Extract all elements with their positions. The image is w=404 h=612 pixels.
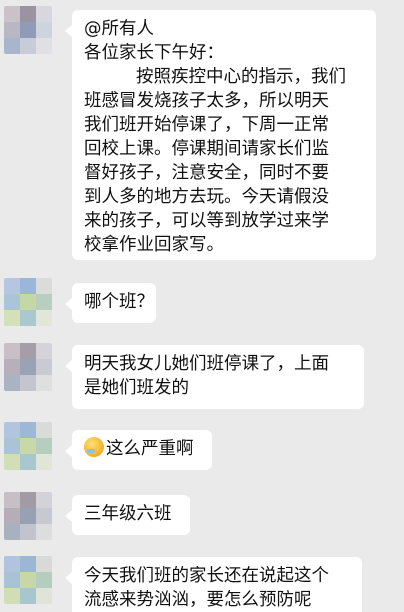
message-text: 班感冒发烧孩子太多，所以明天 [84, 91, 329, 111]
message-text: 我们班开始停课了，下周一正常 [84, 115, 329, 135]
avatar[interactable] [4, 6, 52, 54]
avatar[interactable] [4, 278, 52, 326]
message-bubble: 哪个班？ [65, 283, 156, 323]
avatar[interactable] [4, 556, 52, 604]
message-bubble: 今天我们班的家长还在说起这个 流感来势汹汹，要怎么预防呢 [65, 557, 362, 612]
message-text: 今天我们班的家长还在说起这个 [84, 566, 329, 586]
message-text: 这么严重啊 [106, 439, 194, 459]
crying-laughing-face-icon [84, 437, 104, 457]
message-text: 各位家长下午好： [84, 43, 224, 63]
message-text: 来的孩子，可以等到放学过来学 [84, 211, 329, 231]
message-text: 到人多的地方去玩。今天请假没 [84, 187, 329, 207]
avatar[interactable] [4, 422, 52, 470]
message-text: 哪个班？ [84, 292, 154, 312]
message-text: 流感来势汹汹，要怎么预防呢 [84, 590, 312, 610]
message-text: 督好孩子，注意安全，同时不要 [84, 163, 329, 183]
avatar[interactable] [4, 343, 52, 391]
message-text: 明天我女儿她们班停课了，上面 [84, 354, 329, 374]
chat-window: @所有人 各位家长下午好： 按照疾控中心的指示，我们 班感冒发烧孩子太多，所以明… [0, 0, 404, 612]
message-text: @所有人 [84, 19, 154, 39]
message-text: 按照疾控中心的指示，我们 [136, 67, 346, 87]
message-bubble: @所有人 各位家长下午好： 按照疾控中心的指示，我们 班感冒发烧孩子太多，所以明… [65, 10, 376, 260]
message-line: 这么严重啊 [84, 437, 200, 461]
message-text: 校拿作业回家写。 [84, 235, 224, 255]
message-text: 回校上课。停课期间请家长们监 [84, 139, 329, 159]
avatar[interactable] [4, 492, 52, 540]
message-bubble: 明天我女儿她们班停课了，上面 是她们班发的 [65, 345, 364, 409]
message-text: 三年级六班 [84, 504, 172, 524]
message-bubble: 三年级六班 [65, 495, 190, 535]
message-bubble: 这么严重啊 [65, 430, 212, 470]
message-text: 是她们班发的 [84, 378, 189, 398]
